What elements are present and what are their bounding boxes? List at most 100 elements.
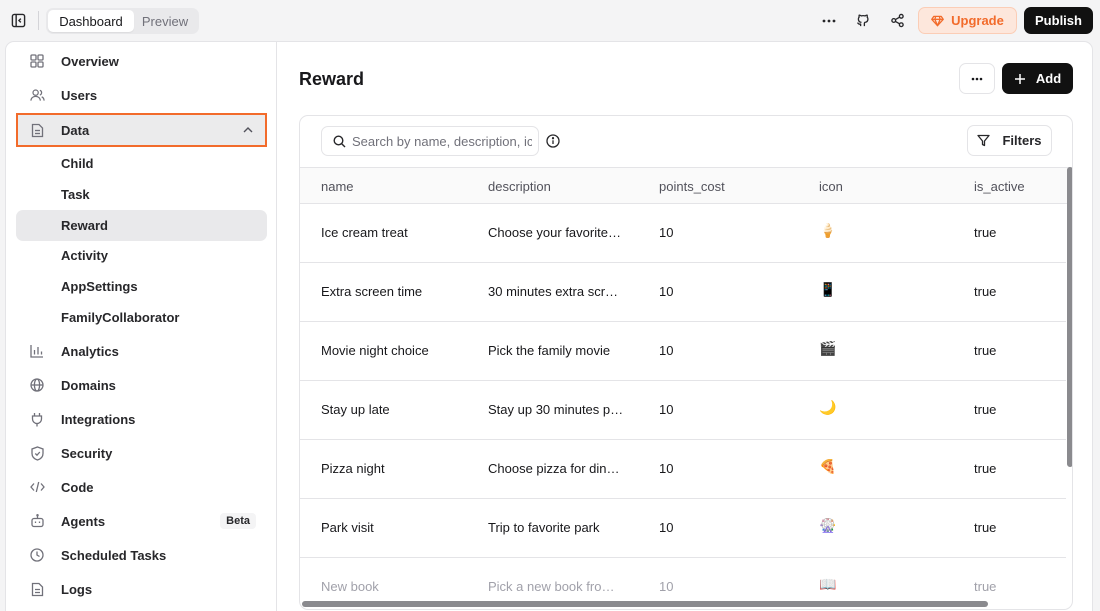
sidebar-item-security[interactable]: Security bbox=[16, 437, 267, 469]
upgrade-button[interactable]: Upgrade bbox=[918, 7, 1017, 34]
top-bar: Dashboard Preview Upgrade Publish bbox=[0, 0, 1100, 41]
chevron-up-icon[interactable] bbox=[242, 124, 254, 136]
cell-name: Movie night choice bbox=[321, 343, 429, 358]
sidebar-subitem-task[interactable]: Task bbox=[16, 179, 267, 210]
main-panel: Overview Users Data Child Task Reward Ac… bbox=[5, 41, 1093, 611]
gem-icon bbox=[931, 15, 945, 27]
sidebar-subitem-familycollaborator[interactable]: FamilyCollaborator bbox=[16, 302, 267, 333]
sidebar-subitem-reward[interactable]: Reward bbox=[16, 210, 267, 241]
subitem-label: Child bbox=[61, 156, 94, 171]
sidebar-item-scheduled-tasks[interactable]: Scheduled Tasks bbox=[16, 539, 267, 571]
code-icon bbox=[29, 479, 45, 495]
horizontal-scrollbar[interactable] bbox=[302, 601, 988, 607]
cell-description: Pick the family movie bbox=[488, 343, 611, 358]
sidebar-item-label: Users bbox=[61, 87, 98, 103]
column-header-is-active[interactable]: is_active bbox=[974, 179, 1025, 194]
table-row[interactable]: Extra screen time 30 minutes extra scr… … bbox=[300, 263, 1066, 322]
tab-preview[interactable]: Preview bbox=[134, 10, 196, 32]
filters-button[interactable]: Filters bbox=[967, 125, 1052, 156]
log-file-icon bbox=[29, 581, 45, 597]
toolbar-divider bbox=[38, 11, 39, 30]
filter-icon bbox=[977, 134, 991, 147]
filters-label: Filters bbox=[1002, 133, 1042, 148]
sidebar-item-label: Logs bbox=[61, 581, 93, 597]
cell-icon: 🌙 bbox=[819, 400, 837, 416]
publish-button[interactable]: Publish bbox=[1024, 7, 1093, 34]
subitem-label: Activity bbox=[61, 248, 108, 263]
github-icon[interactable] bbox=[854, 12, 871, 29]
cell-name: Ice cream treat bbox=[321, 225, 408, 240]
sidebar-item-users[interactable]: Users bbox=[16, 79, 267, 111]
cell-icon: 🎡 bbox=[819, 518, 837, 534]
sidebar-item-integrations[interactable]: Integrations bbox=[16, 403, 267, 435]
cell-icon: 📱 bbox=[819, 282, 837, 298]
add-button[interactable]: Add bbox=[1002, 63, 1073, 94]
plug-icon bbox=[29, 411, 45, 427]
sidebar-item-label: Domains bbox=[61, 377, 116, 393]
cell-icon: 📖 bbox=[819, 577, 837, 593]
data-table-card: Filters name description points_cost ico… bbox=[299, 115, 1073, 610]
content-area: Reward Add Search by name, description, … bbox=[278, 42, 1092, 611]
cell-description: Choose pizza for din… bbox=[488, 461, 620, 476]
cell-is-active: true bbox=[974, 579, 997, 594]
table-row[interactable]: Ice cream treat Choose your favorite… 10… bbox=[300, 204, 1066, 263]
sidebar-item-logs[interactable]: Logs bbox=[16, 573, 267, 605]
sidebar-item-data[interactable]: Data bbox=[16, 113, 267, 147]
sidebar-subitem-appsettings[interactable]: AppSettings bbox=[16, 271, 267, 302]
users-icon bbox=[29, 87, 45, 103]
sidebar-item-overview[interactable]: Overview bbox=[16, 45, 267, 77]
subitem-label: Task bbox=[61, 187, 90, 202]
cell-points-cost: 10 bbox=[659, 225, 674, 240]
sidebar-item-domains[interactable]: Domains bbox=[16, 369, 267, 401]
sidebar-item-agents[interactable]: Agents Beta bbox=[16, 505, 267, 537]
table-row[interactable]: Movie night choice Pick the family movie… bbox=[300, 322, 1066, 381]
cell-points-cost: 10 bbox=[659, 579, 674, 594]
sidebar-item-label: Scheduled Tasks bbox=[61, 547, 167, 563]
shield-icon bbox=[29, 445, 45, 461]
column-header-icon[interactable]: icon bbox=[819, 179, 843, 194]
cell-is-active: true bbox=[974, 520, 997, 535]
share-icon[interactable] bbox=[889, 12, 906, 29]
add-label: Add bbox=[1035, 71, 1062, 86]
globe-icon bbox=[29, 377, 45, 393]
beta-badge: Beta bbox=[220, 513, 256, 529]
sidebar-item-label: Agents bbox=[61, 513, 106, 529]
more-actions-button[interactable] bbox=[959, 63, 995, 94]
sidebar-subitem-child[interactable]: Child bbox=[16, 148, 267, 179]
more-horizontal-icon bbox=[971, 77, 983, 81]
sidebar-item-label: Security bbox=[61, 445, 113, 461]
plus-icon bbox=[1014, 73, 1026, 85]
sidebar: Overview Users Data Child Task Reward Ac… bbox=[6, 42, 277, 611]
tab-dashboard[interactable]: Dashboard bbox=[48, 10, 134, 32]
sidebar-item-label: Code bbox=[61, 479, 94, 495]
bot-icon bbox=[29, 513, 45, 529]
cell-is-active: true bbox=[974, 343, 997, 358]
cell-description: Pick a new book fro… bbox=[488, 579, 615, 594]
file-icon bbox=[29, 122, 45, 138]
vertical-scrollbar[interactable] bbox=[1067, 167, 1072, 467]
table-row[interactable]: Park visit Trip to favorite park 10 🎡 tr… bbox=[300, 499, 1066, 558]
column-header-description[interactable]: description bbox=[488, 179, 551, 194]
sidebar-item-analytics[interactable]: Analytics bbox=[16, 335, 267, 367]
info-icon[interactable] bbox=[545, 133, 561, 149]
sidebar-item-code[interactable]: Code bbox=[16, 471, 267, 503]
more-horizontal-icon[interactable] bbox=[820, 12, 837, 29]
grid-icon bbox=[29, 53, 45, 69]
sidebar-toggle-icon[interactable] bbox=[10, 12, 27, 29]
cell-icon: 🍦 bbox=[819, 223, 837, 239]
page-title: Reward bbox=[299, 69, 365, 89]
sidebar-subitem-activity[interactable]: Activity bbox=[16, 240, 267, 271]
sidebar-item-label: Overview bbox=[61, 53, 119, 69]
table-row[interactable]: Pizza night Choose pizza for din… 10 🍕 t… bbox=[300, 440, 1066, 499]
column-header-name[interactable]: name bbox=[321, 179, 354, 194]
search-icon bbox=[332, 134, 346, 148]
search-input[interactable] bbox=[352, 127, 532, 155]
subitem-label: AppSettings bbox=[61, 279, 138, 294]
cell-description: Trip to favorite park bbox=[488, 520, 600, 535]
cell-points-cost: 10 bbox=[659, 461, 674, 476]
column-header-points-cost[interactable]: points_cost bbox=[659, 179, 725, 194]
sidebar-item-label: Integrations bbox=[61, 411, 136, 427]
table-row[interactable]: Stay up late Stay up 30 minutes p… 10 🌙 … bbox=[300, 381, 1066, 440]
cell-points-cost: 10 bbox=[659, 520, 674, 535]
cell-icon: 🍕 bbox=[819, 459, 837, 475]
